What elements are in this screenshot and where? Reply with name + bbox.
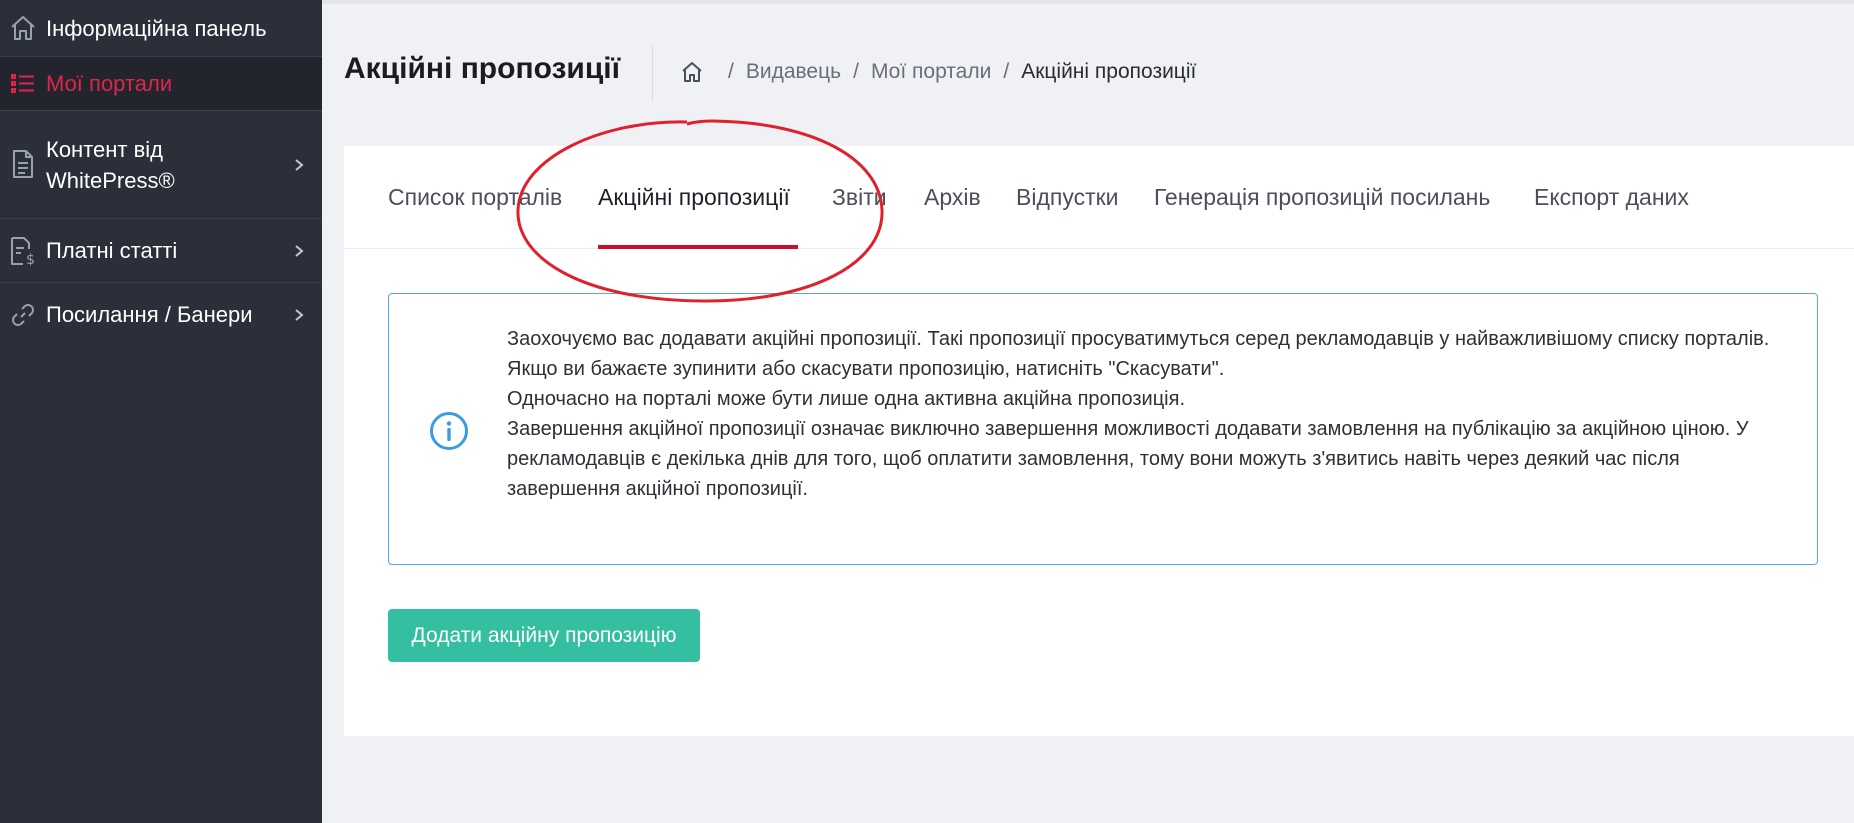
info-line: Завершення акційної пропозиції означає в… (507, 418, 1749, 500)
sidebar-item-label: Посилання / Банери (46, 302, 253, 327)
chevron-right-icon (295, 159, 304, 171)
sidebar-item-my-portals[interactable]: Мої портали (0, 57, 322, 111)
title-divider (652, 46, 653, 102)
chevron-right-icon (295, 309, 304, 321)
info-text: Заохочуємо вас додавати акційні пропозиц… (507, 324, 1797, 504)
sidebar-item-links-banners[interactable]: Посилання / Банери (0, 283, 322, 347)
sidebar-item-label: Платні статті (46, 238, 178, 263)
breadcrumb-separator: / (853, 60, 859, 83)
tab-archive[interactable]: Архів (924, 184, 981, 211)
sidebar: Інформаційна панель Мої портали Контент … (0, 0, 322, 823)
info-notice: Заохочуємо вас додавати акційні пропозиц… (388, 293, 1818, 565)
sidebar-item-label-line1: Контент від (46, 137, 164, 162)
sidebar-item-paid-articles[interactable]: $ Платні статті (0, 219, 322, 283)
tab-vacations[interactable]: Відпустки (1016, 184, 1119, 211)
sidebar-item-dashboard[interactable]: Інформаційна панель (0, 0, 322, 57)
paid-articles-icon: $ (8, 236, 38, 266)
page-title: Акційні пропозиції (344, 52, 621, 85)
home-icon[interactable] (680, 60, 704, 84)
info-line: Якщо ви бажаєте зупинити або скасувати п… (507, 358, 1225, 380)
sidebar-item-label-line2: WhitePress® (46, 168, 175, 193)
breadcrumb-separator: / (1003, 60, 1010, 83)
breadcrumb-my-portals[interactable]: Мої портали (871, 60, 991, 84)
info-line: Одночасно на порталі може бути лише одна… (507, 388, 1186, 410)
breadcrumb-separator: / (728, 60, 734, 83)
document-icon (8, 149, 38, 179)
tab-link-offer-generation[interactable]: Генерація пропозицій посилань (1154, 184, 1490, 211)
add-promotional-offer-button[interactable]: Додати акційну пропозицію (388, 609, 700, 662)
annotation-ellipse (516, 119, 884, 303)
breadcrumb-current: Акційні пропозиції (1021, 60, 1197, 83)
chevron-right-icon (295, 245, 304, 257)
info-icon (430, 412, 468, 450)
sidebar-item-label: Мої портали (46, 71, 173, 96)
info-line: Заохочуємо вас додавати акційні пропозиц… (507, 328, 1770, 350)
svg-text:$: $ (26, 252, 35, 266)
breadcrumb-publisher[interactable]: Видавець (746, 60, 841, 84)
link-icon (8, 300, 38, 330)
top-bar (322, 0, 1854, 4)
tab-data-export[interactable]: Експорт даних (1534, 184, 1689, 211)
sidebar-item-whitepress-content[interactable]: Контент від WhitePress® (0, 111, 322, 219)
breadcrumb: / Видавець / Мої портали / Акційні пропо… (680, 60, 1196, 84)
sidebar-item-label: Інформаційна панель (46, 16, 267, 41)
home-icon (8, 13, 38, 43)
list-icon (8, 69, 38, 99)
